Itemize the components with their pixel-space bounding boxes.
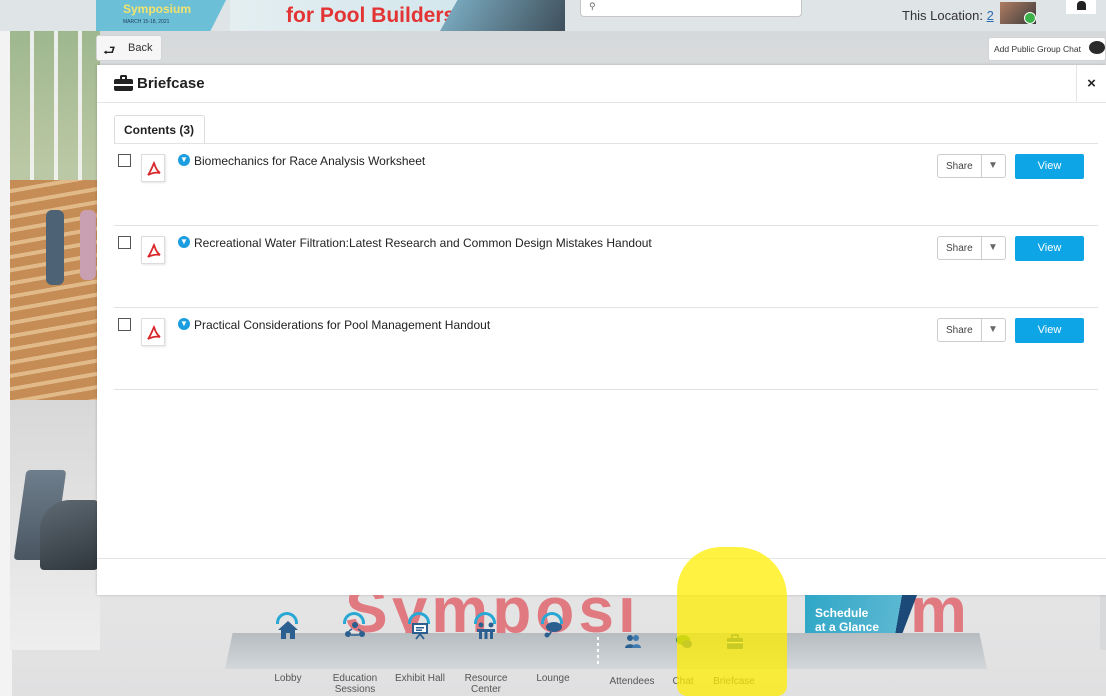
add-public-group-chat-button[interactable]: Add Public Group Chat	[988, 37, 1106, 61]
back-arrow-icon: ⮐	[103, 42, 116, 58]
location-counter: This Location: 2	[902, 8, 994, 23]
logo-title: Symposium	[123, 2, 192, 16]
nav-education-sessions[interactable]: Education Sessions	[325, 612, 385, 695]
headline-text: for Pool Builders	[286, 4, 456, 27]
nav-lounge-label: Lounge	[536, 673, 570, 684]
nav-lobby[interactable]: Lobby	[263, 612, 313, 684]
select-checkbox[interactable]	[118, 236, 131, 249]
nav-education-label: Education Sessions	[332, 673, 378, 695]
nav-briefcase-label: Briefcase	[713, 676, 755, 687]
view-button[interactable]: View	[1015, 236, 1084, 261]
share-dropdown[interactable]: Share ▼	[937, 154, 1006, 178]
logo-dates: MARCH 15-18, 2021	[123, 19, 170, 25]
select-checkbox[interactable]	[118, 154, 131, 167]
symposium-logo: Symposium MARCH 15-18, 2021	[96, 0, 226, 31]
document-title[interactable]: Practical Considerations for Pool Manage…	[194, 318, 490, 332]
select-checkbox[interactable]	[118, 318, 131, 331]
modal-footer-divider	[97, 558, 1106, 559]
banner-photo	[440, 0, 565, 31]
lounge-chair	[40, 500, 98, 570]
download-icon[interactable]: ▼	[178, 154, 190, 166]
share-separator	[981, 155, 982, 177]
briefcase-modal: Briefcase × Contents (3) ▼ Biomechanics …	[97, 65, 1106, 595]
briefcase-icon	[720, 632, 748, 660]
schedule-line2: at a Glance	[815, 620, 880, 634]
search-input[interactable]: ⚲	[580, 0, 802, 17]
close-button[interactable]: ×	[1076, 65, 1106, 103]
resource-icon	[472, 612, 500, 640]
location-label: This Location:	[902, 8, 983, 23]
briefcase-icon	[114, 75, 133, 91]
modal-title: Briefcase	[137, 75, 205, 92]
chevron-down-icon: ▼	[988, 160, 998, 171]
nav-attendees[interactable]: Attendees	[604, 632, 660, 688]
pdf-icon	[141, 154, 165, 182]
view-button[interactable]: View	[1015, 154, 1084, 179]
nav-attendees-label: Attendees	[609, 676, 655, 687]
person-figure	[80, 210, 96, 280]
document-title[interactable]: Biomechanics for Race Analysis Worksheet	[194, 154, 425, 168]
nav-lobby-label: Lobby	[274, 673, 302, 684]
schedule-line1: Schedule	[815, 606, 869, 620]
download-icon[interactable]: ▼	[178, 236, 190, 248]
modal-header: Briefcase ×	[97, 65, 1106, 103]
attendees-icon	[618, 632, 646, 660]
notification-button[interactable]	[1066, 0, 1096, 14]
back-button[interactable]: ⮐ Back	[96, 35, 162, 61]
chat-icon	[669, 632, 697, 660]
nav-divider	[597, 637, 599, 665]
top-banner: Symposium MARCH 15-18, 2021 for Pool Bui…	[0, 0, 1106, 31]
chat-bubble-icon	[1089, 41, 1105, 54]
nav-chat[interactable]: Chat	[664, 632, 702, 688]
pdf-icon	[141, 318, 165, 346]
avatar[interactable]	[1000, 2, 1036, 24]
list-item: ▼ Practical Considerations for Pool Mana…	[114, 308, 1098, 390]
view-button[interactable]: View	[1015, 318, 1084, 343]
home-icon	[274, 612, 302, 640]
share-label: Share	[946, 243, 973, 254]
back-label: Back	[128, 42, 153, 54]
nav-briefcase[interactable]: Briefcase	[706, 632, 762, 688]
list-item: ▼ Biomechanics for Race Analysis Workshe…	[114, 144, 1098, 226]
share-dropdown[interactable]: Share ▼	[937, 236, 1006, 260]
nav-chat-label: Chat	[672, 676, 694, 687]
nav-resource-center[interactable]: Resource Center	[458, 612, 514, 695]
share-label: Share	[946, 325, 973, 336]
education-icon	[341, 612, 369, 640]
nav-lounge[interactable]: Lounge	[528, 612, 578, 684]
nav-exhibit-label: Exhibit Hall	[394, 673, 446, 684]
share-dropdown[interactable]: Share ▼	[937, 318, 1006, 342]
list-item: ▼ Recreational Water Filtration:Latest R…	[114, 226, 1098, 308]
search-icon: ⚲	[589, 1, 596, 11]
chevron-down-icon: ▼	[988, 242, 998, 253]
online-status-icon	[1024, 12, 1036, 24]
chevron-down-icon: ▼	[988, 324, 998, 335]
share-separator	[981, 319, 982, 341]
tab-contents[interactable]: Contents (3)	[114, 115, 205, 143]
download-icon[interactable]: ▼	[178, 318, 190, 330]
location-count-link[interactable]: 2	[987, 8, 994, 23]
share-label: Share	[946, 161, 973, 172]
pdf-icon	[141, 236, 165, 264]
add-chat-label: Add Public Group Chat	[994, 44, 1081, 54]
bell-icon	[1077, 1, 1086, 10]
person-figure	[46, 210, 64, 285]
share-separator	[981, 237, 982, 259]
nav-exhibit-hall[interactable]: Exhibit Hall	[390, 612, 450, 684]
nav-resource-label: Resource Center	[464, 673, 508, 695]
tab-contents-label: Contents (3)	[124, 123, 194, 137]
document-title[interactable]: Recreational Water Filtration:Latest Res…	[194, 236, 652, 250]
exhibit-icon	[406, 612, 434, 640]
lounge-icon	[539, 612, 567, 640]
